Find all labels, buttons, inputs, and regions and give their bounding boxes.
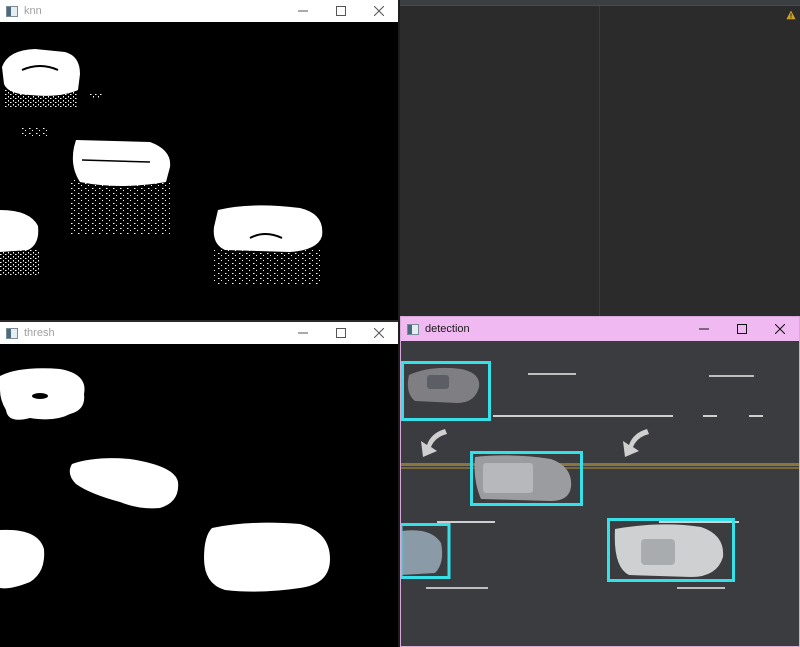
maximize-button[interactable] [322,322,360,344]
close-button[interactable] [360,322,398,344]
warning-icon[interactable] [786,10,796,20]
thresh-binary-mask [0,344,398,647]
minimize-button[interactable] [284,322,322,344]
close-button[interactable] [761,317,799,341]
minimize-icon [699,328,709,330]
maximize-icon [336,6,346,16]
opencv-window-icon [6,327,18,339]
minimize-icon [298,332,308,334]
maximize-button[interactable] [723,317,761,341]
detection-titlebar[interactable]: detection [401,317,799,341]
close-icon [374,6,384,16]
close-icon [374,328,384,338]
knn-window[interactable]: knn [0,0,398,320]
knn-titlebar[interactable]: knn [0,0,398,22]
close-icon [775,324,785,334]
opencv-window-icon [6,5,18,17]
minimize-button[interactable] [685,317,723,341]
thresh-window[interactable]: thresh [0,322,398,647]
window-title: knn [24,5,42,17]
editor-tab-strip [400,0,800,6]
code-editor-panel[interactable] [400,0,800,316]
editor-split-divider[interactable] [599,6,600,316]
detection-window[interactable]: detection [400,316,800,647]
close-button[interactable] [360,0,398,22]
thresh-titlebar[interactable]: thresh [0,322,398,344]
knn-foreground-mask [0,22,398,320]
detection-video-frame [401,341,799,646]
minimize-button[interactable] [284,0,322,22]
window-title: thresh [24,327,55,339]
maximize-icon [737,324,747,334]
maximize-icon [336,328,346,338]
window-title: detection [425,323,470,335]
opencv-window-icon [407,323,419,335]
maximize-button[interactable] [322,0,360,22]
minimize-icon [298,10,308,12]
